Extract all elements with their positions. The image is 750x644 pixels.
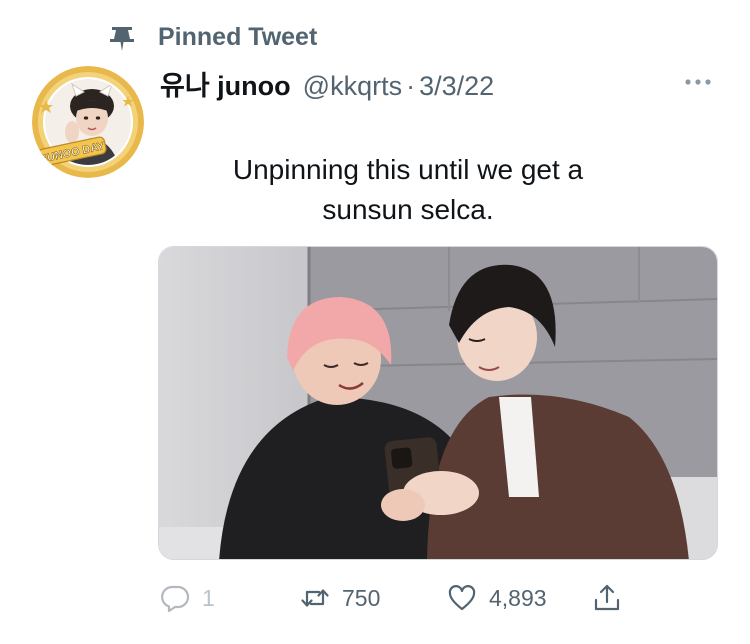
share-button[interactable] — [592, 578, 622, 618]
retweet-button[interactable]: 750 — [300, 578, 380, 618]
display-name[interactable]: 유나 junoo — [160, 64, 291, 103]
tweet-header: 유나 junoo @kkqrts · 3/3/22 — [160, 64, 494, 104]
reply-icon — [161, 585, 190, 613]
pinned-label: Pinned Tweet — [158, 23, 318, 51]
reply-button[interactable]: 1 — [160, 578, 215, 618]
tweet-date[interactable]: 3/3/22 — [419, 71, 494, 102]
retweet-icon — [301, 589, 329, 607]
tweet-text-line-2: sunsun selca. — [322, 194, 494, 225]
like-button[interactable]: 4,893 — [447, 578, 547, 618]
handle[interactable]: @kkqrts — [303, 71, 402, 102]
reply-count: 1 — [202, 584, 215, 611]
like-count: 4,893 — [489, 584, 547, 611]
tweet-text: Unpinning this until we get a sunsun sel… — [160, 150, 656, 230]
tweet-text-line-1: Unpinning this until we get a — [232, 154, 584, 185]
pin-icon — [110, 27, 134, 51]
share-icon — [594, 584, 620, 611]
more-icon[interactable] — [680, 72, 720, 92]
avatar[interactable]: SUNOO DAY — [32, 66, 144, 178]
tweet[interactable]: Pinned Tweet SUNOO DAY 유나 junoo @kkqrts … — [0, 0, 750, 644]
pinned-indicator: Pinned Tweet — [108, 22, 317, 52]
heart-icon — [448, 585, 476, 611]
separator-dot: · — [406, 71, 416, 101]
photo-image — [159, 247, 717, 559]
retweet-count: 750 — [342, 584, 381, 611]
avatar-image: SUNOO DAY — [32, 66, 144, 178]
tweet-photo[interactable] — [158, 246, 718, 560]
action-bar: 1 750 4,893 — [0, 578, 750, 618]
